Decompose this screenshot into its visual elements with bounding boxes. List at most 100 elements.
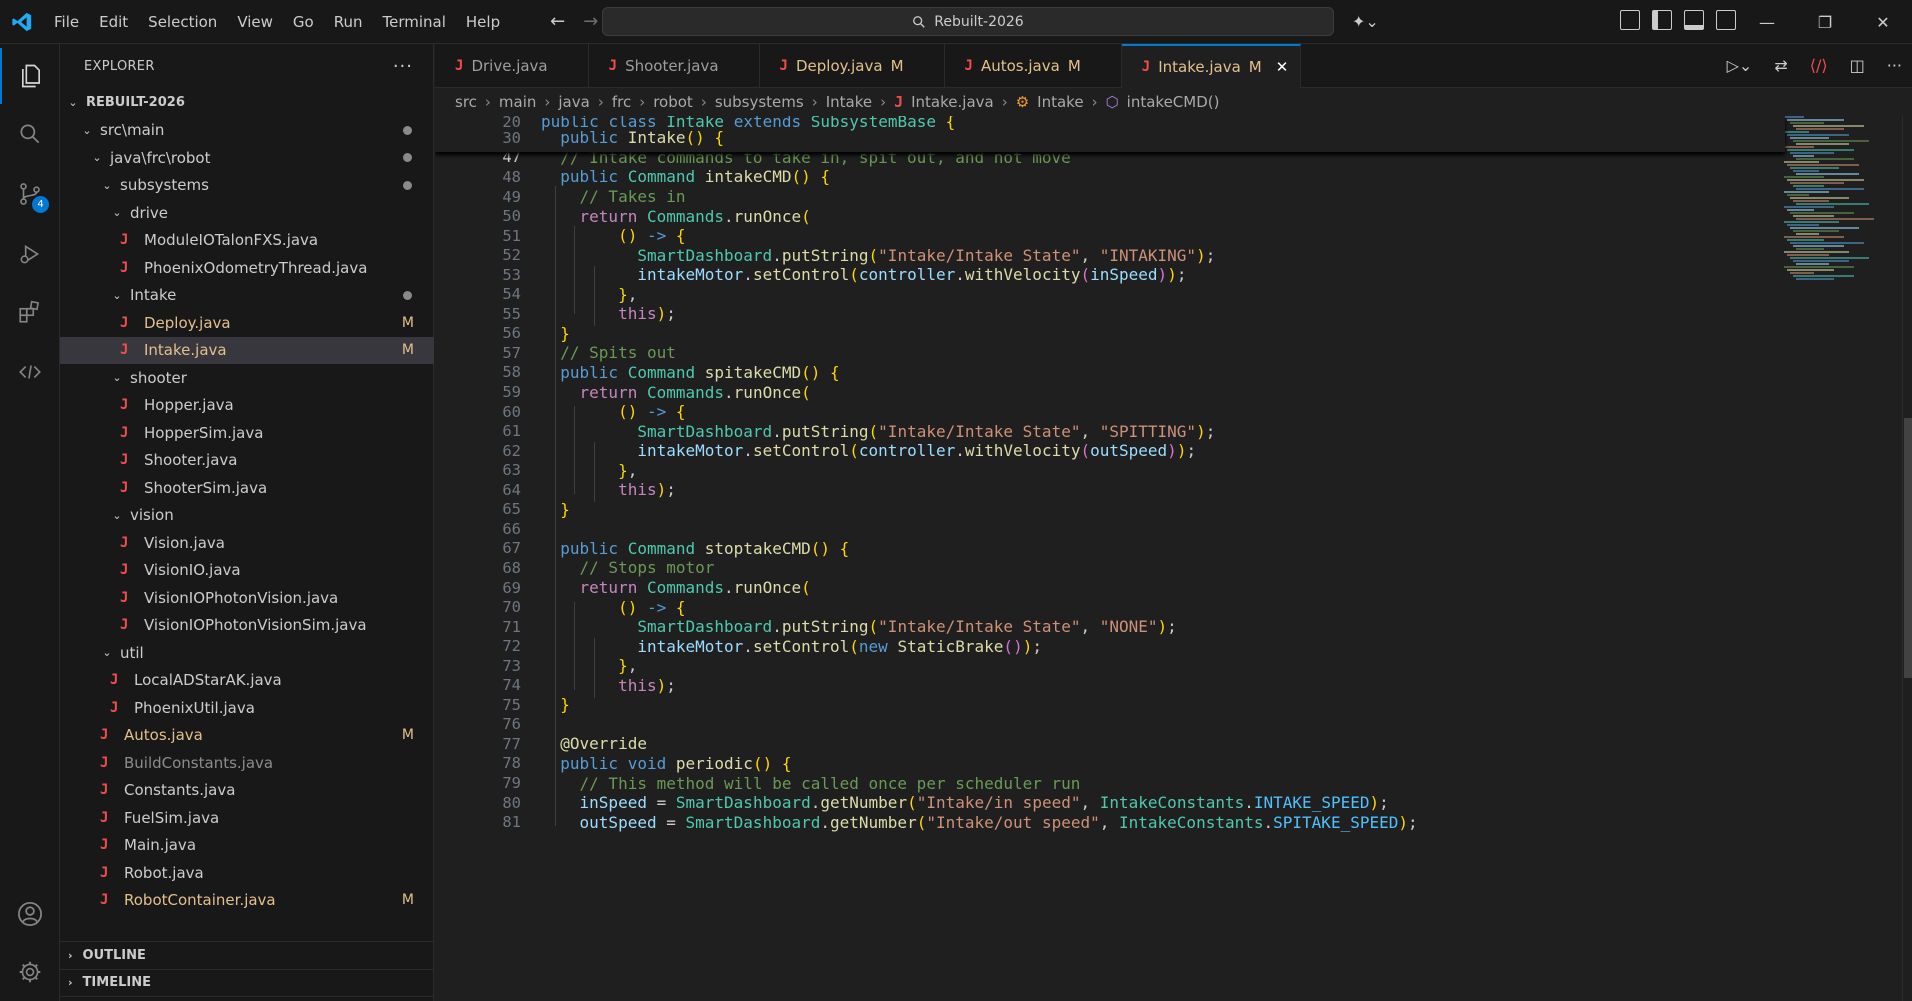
code-text: // This method will be called once per s… [579,773,1081,793]
split-editor-icon[interactable]: ◫ [1850,56,1865,75]
extensions-icon[interactable] [0,284,60,340]
sticky-line[interactable]: 30 public Intake() { [435,126,1775,150]
breadcrumb-item[interactable]: frc [612,93,631,111]
folder-row[interactable]: ⌄ subsystems [60,172,434,200]
restore-icon[interactable]: ❐ [1796,0,1854,44]
source-control-icon[interactable]: 4 [0,166,60,222]
menu-item-view[interactable]: View [227,0,283,44]
minimap-line [1787,254,1829,256]
minimize-icon[interactable]: — [1738,0,1796,44]
more-actions-icon[interactable]: ··· [393,56,413,77]
line-number: 68 [502,558,521,577]
manage-gear-icon[interactable] [0,944,60,1000]
file-row[interactable]: J VisionIOPhotonVision.java [60,584,434,612]
close-window-icon[interactable]: ✕ [1854,0,1912,44]
search-icon[interactable] [0,106,60,162]
tab-deploy[interactable]: J Deploy.java M [760,44,945,88]
file-row[interactable]: J FuelSim.java [60,804,434,832]
java-file-icon: J [110,672,119,689]
folder-row[interactable]: ⌄ shooter [60,364,434,392]
customize-layout-icon[interactable] [1620,10,1640,30]
menu-item-terminal[interactable]: Terminal [373,0,456,44]
folder-row[interactable]: ⌄ src\main [60,117,434,145]
line-number: 59 [502,383,521,402]
tree-item-label: shooter [130,368,187,387]
file-row[interactable]: J Constants.java [60,777,434,805]
run-debug-icon[interactable] [0,226,60,282]
more-tab-actions-icon[interactable]: ··· [1887,56,1902,75]
tab-drive[interactable]: J Drive.java [435,44,589,88]
minimap-line [1784,266,1854,268]
menu-item-go[interactable]: Go [283,0,324,44]
open-changes-icon[interactable]: ⇄ [1774,56,1787,75]
run-java-icon[interactable]: ▷⌄ [1727,56,1753,75]
file-row[interactable]: J BuildConstants.java [60,749,434,777]
folder-row[interactable]: ⌄ vision [60,502,434,530]
explorer-icon[interactable] [0,48,60,104]
toggle-secondary-sidebar-icon[interactable] [1716,10,1736,30]
breadcrumb-item[interactable]: Intake [826,93,872,111]
tree-item-label: LocalADStarAK.java [134,671,282,690]
menu-bar: File Edit Selection View Go Run Terminal Help [44,0,510,44]
file-row[interactable]: J PhoenixUtil.java [60,694,434,722]
section-outline[interactable]: › OUTLINE [60,941,434,968]
file-row[interactable]: J VisionIOPhotonVisionSim.java [60,612,434,640]
breadcrumb-item[interactable]: Intake.java [911,93,994,111]
breadcrumb-item[interactable]: subsystems [715,93,804,111]
file-row[interactable]: J PhoenixOdometryThread.java [60,254,434,282]
menu-item-help[interactable]: Help [456,0,510,44]
menu-item-file[interactable]: File [44,0,89,44]
breadcrumb-item[interactable]: Intake [1037,93,1083,111]
folder-row[interactable]: ⌄ util [60,639,434,667]
file-row[interactable]: J Autos.java M [60,722,434,750]
tab-autos[interactable]: J Autos.java M [945,44,1122,88]
breadcrumb-item[interactable]: src [455,93,477,111]
code-line[interactable]: 81 outSpeed = SmartDashboard.getNumber("… [435,810,1775,834]
file-row[interactable]: J Main.java [60,832,434,860]
activity-bar: 4 [0,44,60,1001]
file-row[interactable]: J Intake.java M [60,336,434,364]
minimap[interactable] [1780,116,1890,1001]
close-tab-icon[interactable]: ✕ [1276,58,1289,76]
menu-item-selection[interactable]: Selection [138,0,227,44]
copilot-icon[interactable]: ✦⌄ [1352,12,1379,31]
line-number: 67 [502,539,521,558]
file-row[interactable]: J Hopper.java [60,392,434,420]
back-arrow-icon[interactable]: ← [550,11,565,32]
section-timeline[interactable]: › TIMELINE [60,968,434,996]
vertical-scrollbar[interactable] [1902,116,1912,1001]
breadcrumb-item[interactable]: robot [653,93,693,111]
breadcrumb-item[interactable]: intakeCMD() [1127,93,1220,111]
folder-row[interactable]: ⌄ drive [60,199,434,227]
scrollbar-thumb[interactable] [1904,418,1912,678]
sticky-scroll[interactable]: 20 public class Intake extends SubsystemB… [435,116,1785,152]
file-row[interactable]: J Robot.java [60,859,434,887]
file-row[interactable]: J Deploy.java M [60,309,434,337]
tab-shooter[interactable]: J Shooter.java [589,44,760,88]
folder-row[interactable]: ⌄ Intake [60,282,434,310]
menu-item-run[interactable]: Run [324,0,373,44]
remote-explorer-icon[interactable] [0,344,60,400]
breadcrumb-item[interactable]: main [499,93,536,111]
toggle-primary-sidebar-icon[interactable] [1652,10,1672,30]
toggle-decompiled-icon[interactable]: ⟨/⟩ [1810,56,1828,75]
file-row[interactable]: J RobotContainer.java M [60,887,434,915]
file-row[interactable]: J Shooter.java [60,447,434,475]
toggle-panel-icon[interactable] [1684,10,1704,30]
file-row[interactable]: J LocalADStarAK.java [60,667,434,695]
workspace-root[interactable]: ⌄ REBUILT-2026 [60,89,434,117]
menu-item-edit[interactable]: Edit [89,0,138,44]
command-center-search[interactable]: Rebuilt-2026 [602,7,1334,36]
breadcrumb-item[interactable]: java [558,93,589,111]
file-row[interactable]: J VisionIO.java [60,557,434,585]
forward-arrow-icon[interactable]: → [583,11,598,32]
code-editor[interactable]: 46 }💡47 // Intake commands to take in, s… [435,116,1905,1001]
file-row[interactable]: J Vision.java [60,529,434,557]
file-row[interactable]: J ModuleIOTalonFXS.java [60,227,434,255]
file-row[interactable]: J HopperSim.java [60,419,434,447]
section-java-projects[interactable]: ›JAVA PROJECTS [60,996,434,1001]
file-row[interactable]: J ShooterSim.java [60,474,434,502]
account-icon[interactable] [0,886,60,942]
tab-intake[interactable]: J Intake.java M ✕ [1121,44,1302,88]
folder-row[interactable]: ⌄ java\frc\robot [60,144,434,172]
